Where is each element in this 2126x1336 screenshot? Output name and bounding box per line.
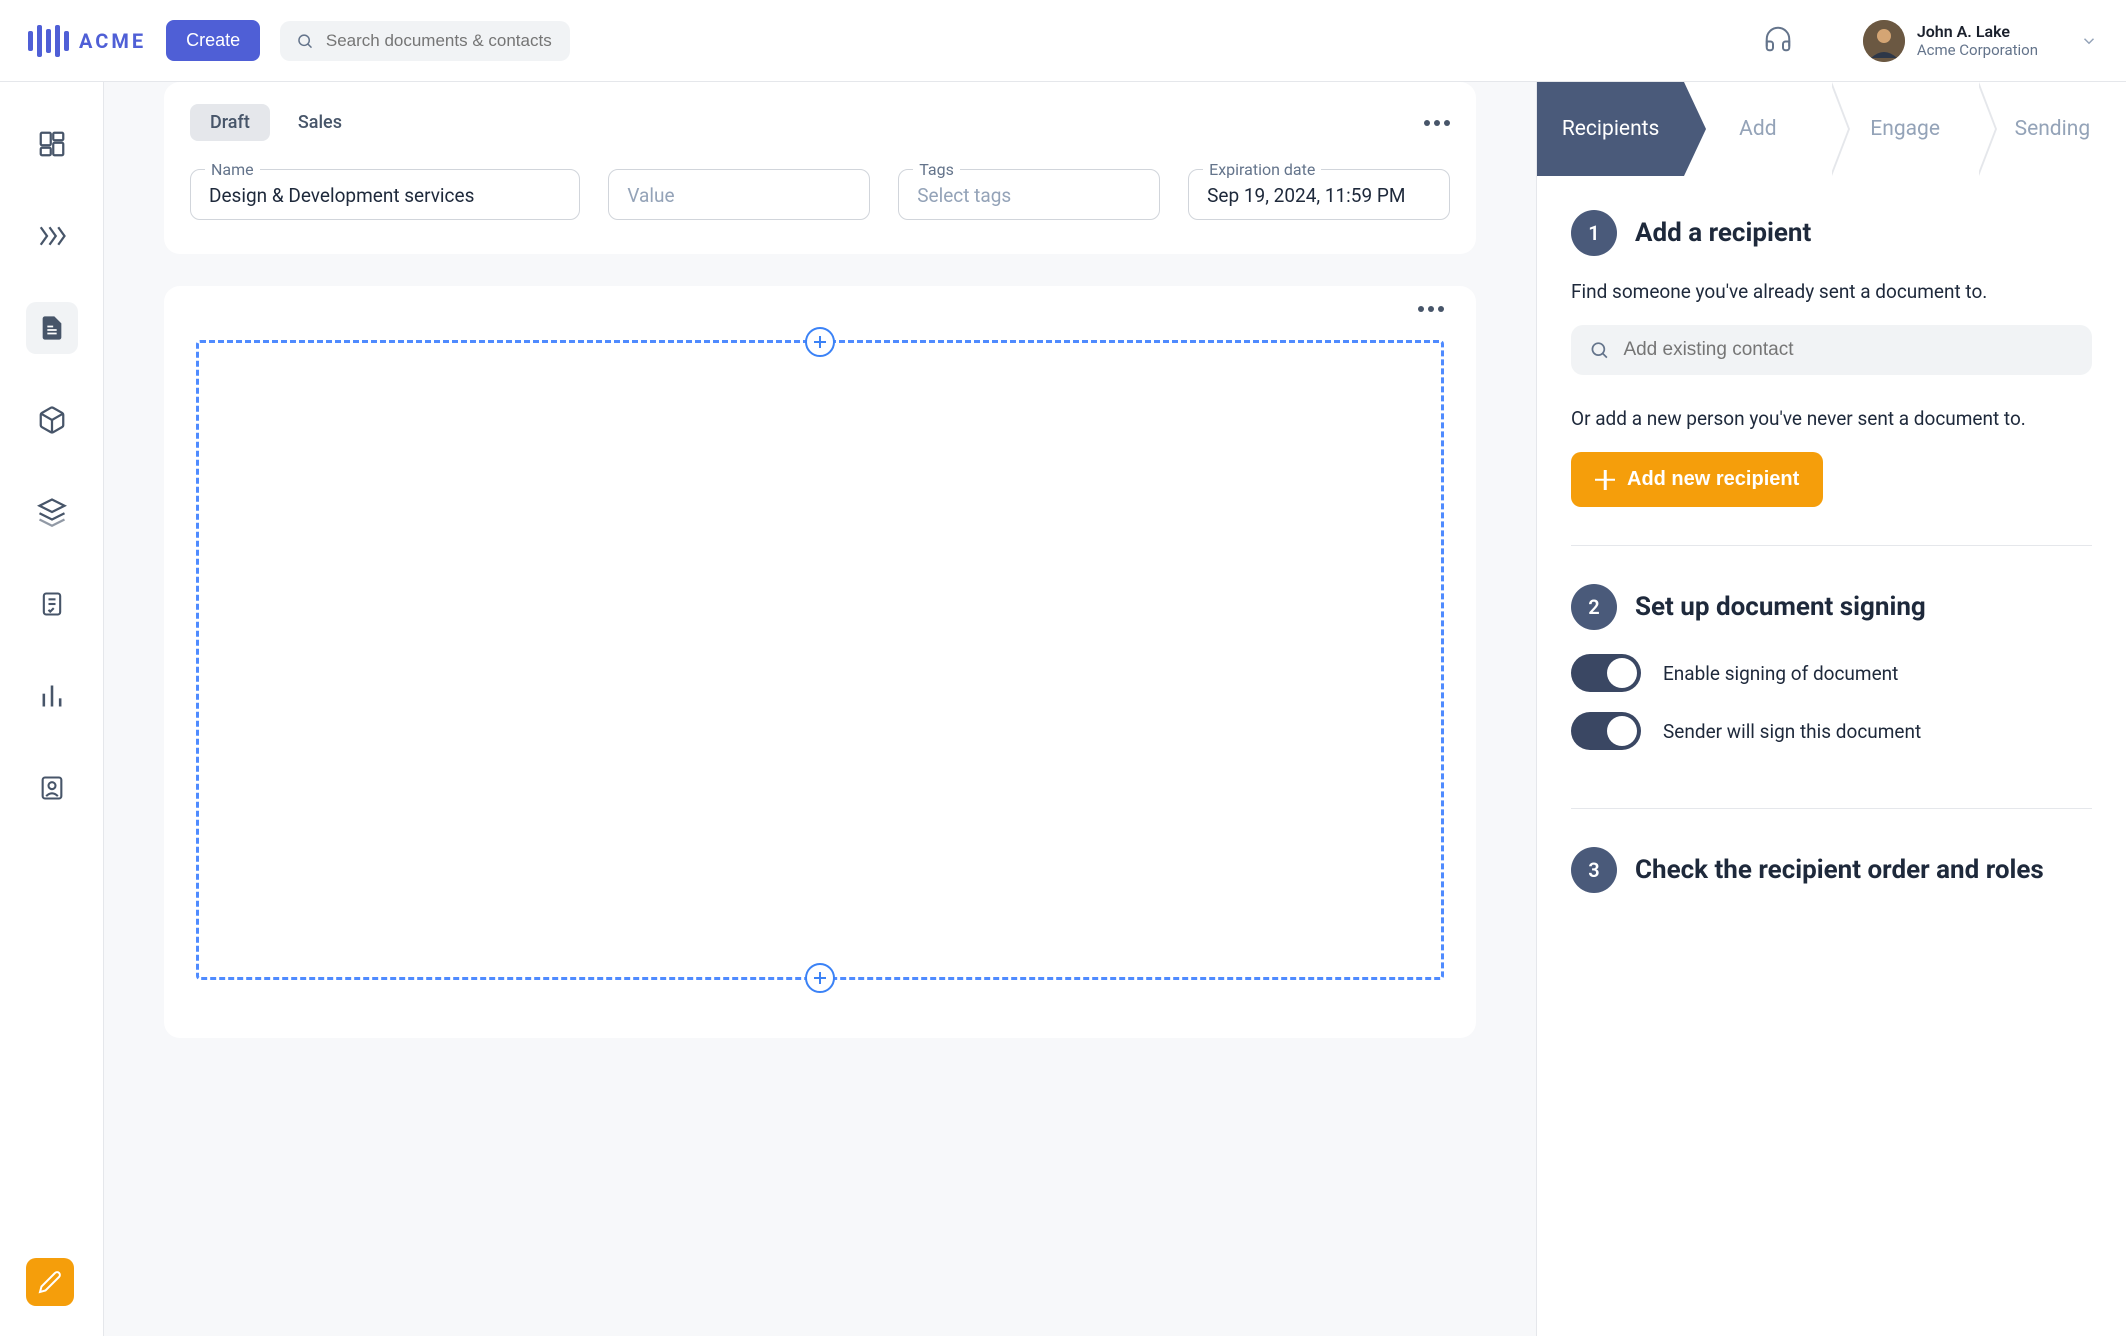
search-icon — [1589, 339, 1609, 361]
user-org: Acme Corporation — [1917, 41, 2038, 59]
contact-search[interactable] — [1571, 325, 2092, 375]
avatar — [1863, 20, 1905, 62]
step-badge-3: 3 — [1571, 847, 1617, 893]
sidebar — [0, 82, 104, 1336]
logo-icon — [28, 25, 69, 57]
chevron-down-icon — [2080, 32, 2098, 50]
add-recipient-button[interactable]: Add new recipient — [1571, 452, 1823, 507]
toggle-enable-signing-label: Enable signing of document — [1663, 662, 1898, 685]
create-button[interactable]: Create — [166, 20, 260, 61]
app-header: ACME Create John A. Lake Acme Corporatio… — [0, 0, 2126, 82]
step-badge-1: 1 — [1571, 210, 1617, 256]
logo[interactable]: ACME — [28, 25, 146, 57]
status-badge-draft[interactable]: Draft — [190, 104, 270, 141]
step-badge-2: 2 — [1571, 584, 1617, 630]
cube-icon — [37, 405, 67, 435]
brand-name: ACME — [79, 29, 146, 53]
right-panel: Recipients Add Engage Sending 1 Add a re… — [1536, 82, 2126, 1336]
expiration-field[interactable]: Expiration date Sep 19, 2024, 11:59 PM — [1188, 169, 1450, 220]
sidebar-item-reports[interactable] — [26, 670, 78, 722]
canvas-more-button[interactable] — [1418, 306, 1444, 312]
user-menu[interactable]: John A. Lake Acme Corporation — [1863, 20, 2098, 62]
help-icon[interactable] — [1763, 24, 1793, 58]
toggle-enable-signing[interactable] — [1571, 654, 1641, 692]
hint-new: Or add a new person you've never sent a … — [1571, 407, 2092, 430]
search-box[interactable] — [280, 21, 570, 61]
dashboard-icon — [37, 129, 67, 159]
sidebar-item-dashboard[interactable] — [26, 118, 78, 170]
form-icon — [38, 590, 66, 618]
pencil-icon — [38, 1270, 62, 1294]
step-engage[interactable]: Engage — [1832, 82, 1979, 176]
add-recipient-label: Add new recipient — [1627, 468, 1799, 491]
sidebar-item-library[interactable] — [26, 394, 78, 446]
toggle-sender-sign[interactable] — [1571, 712, 1641, 750]
status-badge-sales[interactable]: Sales — [278, 104, 362, 141]
name-value[interactable]: Design & Development services — [209, 184, 561, 207]
workflow-steps: Recipients Add Engage Sending — [1537, 82, 2126, 176]
tags-label: Tags — [913, 160, 960, 179]
add-block-top[interactable] — [805, 327, 835, 357]
layers-icon — [37, 497, 67, 527]
pipeline-icon — [37, 221, 67, 251]
step-add[interactable]: Add — [1684, 82, 1831, 176]
toggle-sender-sign-label: Sender will sign this document — [1663, 720, 1921, 743]
dropzone[interactable] — [196, 340, 1444, 980]
document-header-card: Draft Sales Name Design & Development se… — [164, 82, 1476, 254]
sidebar-item-contacts[interactable] — [26, 762, 78, 814]
add-block-bottom[interactable] — [805, 963, 835, 993]
value-field[interactable]: Value — [608, 169, 870, 220]
step-recipients[interactable]: Recipients — [1537, 82, 1684, 176]
sidebar-item-documents[interactable] — [26, 302, 78, 354]
section-order: 3 Check the recipient order and roles — [1571, 847, 2092, 955]
contact-icon — [38, 774, 66, 802]
contact-search-input[interactable] — [1623, 339, 2074, 361]
expiration-label: Expiration date — [1203, 160, 1321, 179]
expiration-value[interactable]: Sep 19, 2024, 11:59 PM — [1207, 184, 1431, 207]
main-content: Draft Sales Name Design & Development se… — [104, 82, 1536, 1336]
name-label: Name — [205, 160, 260, 179]
section-signing: 2 Set up document signing Enable signing… — [1571, 584, 2092, 809]
section-title-3: Check the recipient order and roles — [1635, 855, 2044, 885]
document-icon — [38, 314, 66, 342]
name-field[interactable]: Name Design & Development services — [190, 169, 580, 220]
plus-icon — [1595, 470, 1615, 490]
search-input[interactable] — [326, 31, 554, 51]
step-sending[interactable]: Sending — [1979, 82, 2126, 176]
sidebar-item-pipeline[interactable] — [26, 210, 78, 262]
tags-field[interactable]: Tags Select tags — [898, 169, 1160, 220]
section-add-recipient: 1 Add a recipient Find someone you've al… — [1571, 210, 2092, 546]
chart-icon — [38, 682, 66, 710]
user-name: John A. Lake — [1917, 22, 2038, 41]
sidebar-item-forms[interactable] — [26, 578, 78, 630]
compose-button[interactable] — [26, 1258, 74, 1306]
section-title-1: Add a recipient — [1635, 218, 1811, 248]
card-more-button[interactable] — [1424, 120, 1450, 126]
sidebar-item-templates[interactable] — [26, 486, 78, 538]
value-placeholder[interactable]: Value — [627, 184, 851, 207]
hint-existing: Find someone you've already sent a docum… — [1571, 280, 2092, 303]
search-icon — [296, 31, 314, 51]
tags-placeholder[interactable]: Select tags — [917, 184, 1141, 207]
section-title-2: Set up document signing — [1635, 592, 1926, 622]
canvas-card — [164, 286, 1476, 1038]
